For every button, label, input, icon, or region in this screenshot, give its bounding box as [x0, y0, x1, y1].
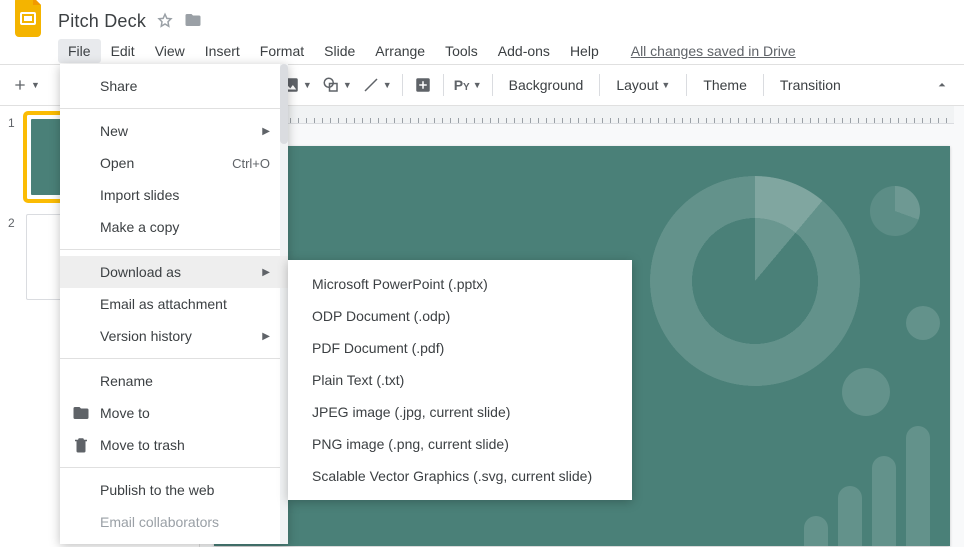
layout-label: Layout	[616, 77, 658, 93]
transition-button[interactable]: Transition	[770, 71, 851, 99]
submenu-item-pdf[interactable]: PDF Document (.pdf)	[288, 332, 632, 364]
menu-item-share[interactable]: Share	[60, 70, 288, 102]
menu-item-move-to[interactable]: Move to	[60, 397, 288, 429]
background-button[interactable]: Background	[499, 71, 594, 99]
menu-label: Download as	[100, 264, 181, 280]
star-icon[interactable]	[156, 12, 174, 30]
decorative-circle	[870, 186, 920, 236]
decorative-donut	[650, 176, 860, 386]
separator	[763, 74, 764, 96]
slide-number: 2	[8, 214, 26, 230]
slides-logo	[12, 0, 48, 45]
menu-view[interactable]: View	[145, 39, 195, 63]
menu-label: Move to	[100, 405, 150, 421]
menu-slide[interactable]: Slide	[314, 39, 365, 63]
submenu-item-txt[interactable]: Plain Text (.txt)	[288, 364, 632, 396]
chevron-down-icon: ▼	[383, 80, 392, 90]
menu-item-new[interactable]: New ▶	[60, 115, 288, 147]
menu-edit[interactable]: Edit	[101, 39, 145, 63]
layout-button[interactable]: Layout▼	[606, 71, 680, 99]
python-button[interactable]: PY ▼	[450, 71, 486, 99]
move-folder-icon[interactable]	[184, 11, 202, 32]
menu-label: Make a copy	[100, 219, 179, 235]
trash-icon	[72, 436, 90, 457]
submenu-arrow-icon: ▶	[262, 331, 270, 342]
menu-format[interactable]: Format	[250, 39, 314, 63]
line-button[interactable]: ▼	[358, 71, 396, 99]
menu-separator	[60, 249, 288, 250]
menu-item-make-copy[interactable]: Make a copy	[60, 211, 288, 243]
menu-arrange[interactable]: Arrange	[365, 39, 435, 63]
separator	[599, 74, 600, 96]
theme-button[interactable]: Theme	[693, 71, 757, 99]
menu-item-email-collab: Email collaborators	[60, 506, 288, 538]
submenu-item-svg[interactable]: Scalable Vector Graphics (.svg, current …	[288, 460, 632, 492]
download-as-submenu: Microsoft PowerPoint (.pptx) ODP Documen…	[288, 260, 632, 500]
save-status[interactable]: All changes saved in Drive	[631, 43, 796, 59]
submenu-item-jpg[interactable]: JPEG image (.jpg, current slide)	[288, 396, 632, 428]
new-slide-button[interactable]: ▼	[8, 71, 44, 99]
menu-separator	[60, 358, 288, 359]
title-bar: Pitch Deck	[0, 0, 964, 34]
menu-label: Import slides	[100, 187, 179, 203]
chevron-down-icon: ▼	[661, 80, 670, 90]
menu-item-open[interactable]: Open Ctrl+O	[60, 147, 288, 179]
menu-separator	[60, 467, 288, 468]
submenu-item-png[interactable]: PNG image (.png, current slide)	[288, 428, 632, 460]
menu-item-version-history[interactable]: Version history ▶	[60, 320, 288, 352]
menu-label: Publish to the web	[100, 482, 214, 498]
menu-item-email-attachment[interactable]: Email as attachment	[60, 288, 288, 320]
menu-label: Email collaborators	[100, 514, 219, 530]
submenu-arrow-icon: ▶	[262, 267, 270, 278]
menu-file[interactable]: File	[58, 39, 101, 63]
horizontal-ruler	[200, 106, 954, 124]
chevron-down-icon: ▼	[473, 80, 482, 90]
collapse-toolbar-button[interactable]	[928, 71, 956, 99]
separator	[443, 74, 444, 96]
menu-label: Open	[100, 155, 134, 171]
separator	[402, 74, 403, 96]
menu-item-publish[interactable]: Publish to the web	[60, 474, 288, 506]
menu-item-download-as[interactable]: Download as ▶	[60, 256, 288, 288]
menu-help[interactable]: Help	[560, 39, 609, 63]
menu-shortcut: Ctrl+O	[232, 156, 270, 171]
menu-tools[interactable]: Tools	[435, 39, 488, 63]
submenu-arrow-icon: ▶	[262, 126, 270, 137]
decorative-bars	[804, 426, 930, 546]
chevron-down-icon: ▼	[31, 80, 40, 90]
folder-icon	[72, 404, 90, 425]
document-title[interactable]: Pitch Deck	[58, 11, 146, 32]
submenu-item-odp[interactable]: ODP Document (.odp)	[288, 300, 632, 332]
chevron-down-icon: ▼	[303, 80, 312, 90]
menu-label: New	[100, 123, 128, 139]
menu-label: Rename	[100, 373, 153, 389]
chevron-down-icon: ▼	[343, 80, 352, 90]
separator	[686, 74, 687, 96]
menu-label: Email as attachment	[100, 296, 227, 312]
file-menu-popup: Share New ▶ Open Ctrl+O Import slides Make…	[60, 64, 288, 544]
menu-item-import[interactable]: Import slides	[60, 179, 288, 211]
menu-item-move-trash[interactable]: Move to trash	[60, 429, 288, 461]
menu-insert[interactable]: Insert	[195, 39, 250, 63]
menu-bar: File Edit View Insert Format Slide Arran…	[0, 34, 964, 64]
comment-button[interactable]	[409, 71, 437, 99]
menu-label: Share	[100, 78, 137, 94]
menu-label: Move to trash	[100, 437, 185, 453]
decorative-circle	[906, 306, 940, 340]
menu-item-rename[interactable]: Rename	[60, 365, 288, 397]
shape-button[interactable]: ▼	[318, 71, 356, 99]
menu-addons[interactable]: Add-ons	[488, 39, 560, 63]
menu-label: Version history	[100, 328, 192, 344]
menu-separator	[60, 108, 288, 109]
submenu-item-pptx[interactable]: Microsoft PowerPoint (.pptx)	[288, 268, 632, 300]
separator	[492, 74, 493, 96]
decorative-circle	[842, 368, 890, 416]
slide-number: 1	[8, 114, 26, 130]
